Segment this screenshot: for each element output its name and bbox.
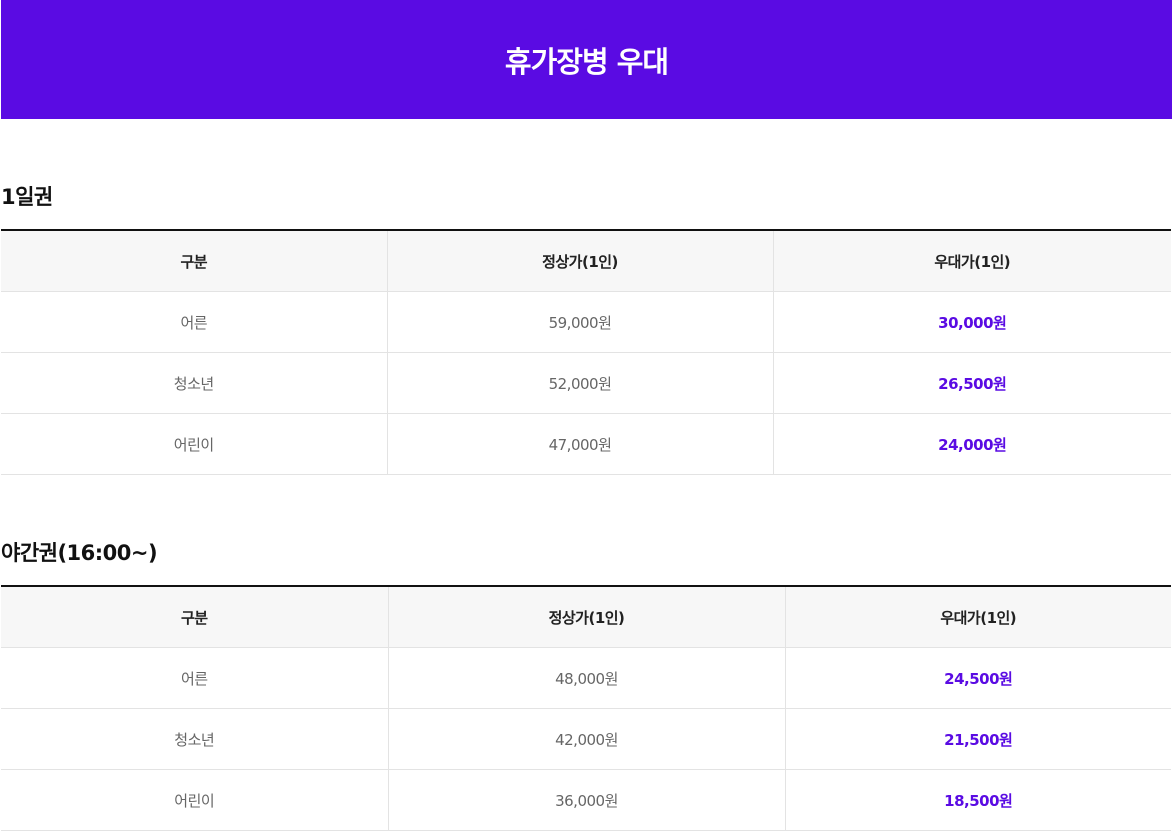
table-row: 어린이 47,000원 24,000원 — [1, 413, 1171, 475]
regular-price-cell: 36,000원 — [387, 769, 785, 831]
category-cell: 어른 — [1, 647, 388, 709]
page-title: 휴가장병 우대 — [504, 44, 669, 79]
category-cell: 청소년 — [1, 352, 387, 414]
regular-price-cell: 47,000원 — [386, 413, 773, 475]
table-header-row: 구분 정상가(1인) 우대가(1인) — [1, 230, 1171, 292]
column-header-category: 구분 — [1, 586, 388, 648]
column-header-regular-price: 정상가(1인) — [387, 586, 785, 648]
regular-price-cell: 59,000원 — [386, 291, 773, 353]
column-header-regular-price: 정상가(1인) — [386, 230, 773, 292]
discount-price-cell: 21,500원 — [784, 708, 1171, 770]
page-header: 휴가장병 우대 — [1, 0, 1172, 119]
category-cell: 어린이 — [1, 413, 387, 475]
column-header-discount-price: 우대가(1인) — [784, 586, 1171, 648]
table-row: 어른 48,000원 24,500원 — [1, 647, 1171, 709]
table-row: 청소년 42,000원 21,500원 — [1, 708, 1171, 770]
table-header-row: 구분 정상가(1인) 우대가(1인) — [1, 586, 1171, 648]
regular-price-cell: 42,000원 — [387, 708, 785, 770]
category-cell: 청소년 — [1, 708, 388, 770]
table-row: 어린이 36,000원 18,500원 — [1, 769, 1171, 831]
category-cell: 어린이 — [1, 769, 388, 831]
regular-price-cell: 52,000원 — [386, 352, 773, 414]
day-pass-price-table: 구분 정상가(1인) 우대가(1인) 어른 59,000원 30,000원 청소… — [1, 229, 1171, 475]
table-row: 청소년 52,000원 26,500원 — [1, 352, 1171, 414]
night-pass-price-table: 구분 정상가(1인) 우대가(1인) 어른 48,000원 24,500원 청소… — [1, 585, 1171, 831]
section-title-night-pass: 야간권(16:00~) — [1, 541, 158, 565]
section-title-day-pass: 1일권 — [1, 185, 53, 209]
category-cell: 어른 — [1, 291, 387, 353]
table-row: 어른 59,000원 30,000원 — [1, 291, 1171, 353]
column-header-category: 구분 — [1, 230, 387, 292]
discount-price-cell: 26,500원 — [772, 352, 1171, 414]
discount-price-cell: 30,000원 — [772, 291, 1171, 353]
discount-price-cell: 18,500원 — [784, 769, 1171, 831]
regular-price-cell: 48,000원 — [387, 647, 785, 709]
discount-price-cell: 24,000원 — [772, 413, 1171, 475]
discount-price-cell: 24,500원 — [784, 647, 1171, 709]
column-header-discount-price: 우대가(1인) — [772, 230, 1171, 292]
